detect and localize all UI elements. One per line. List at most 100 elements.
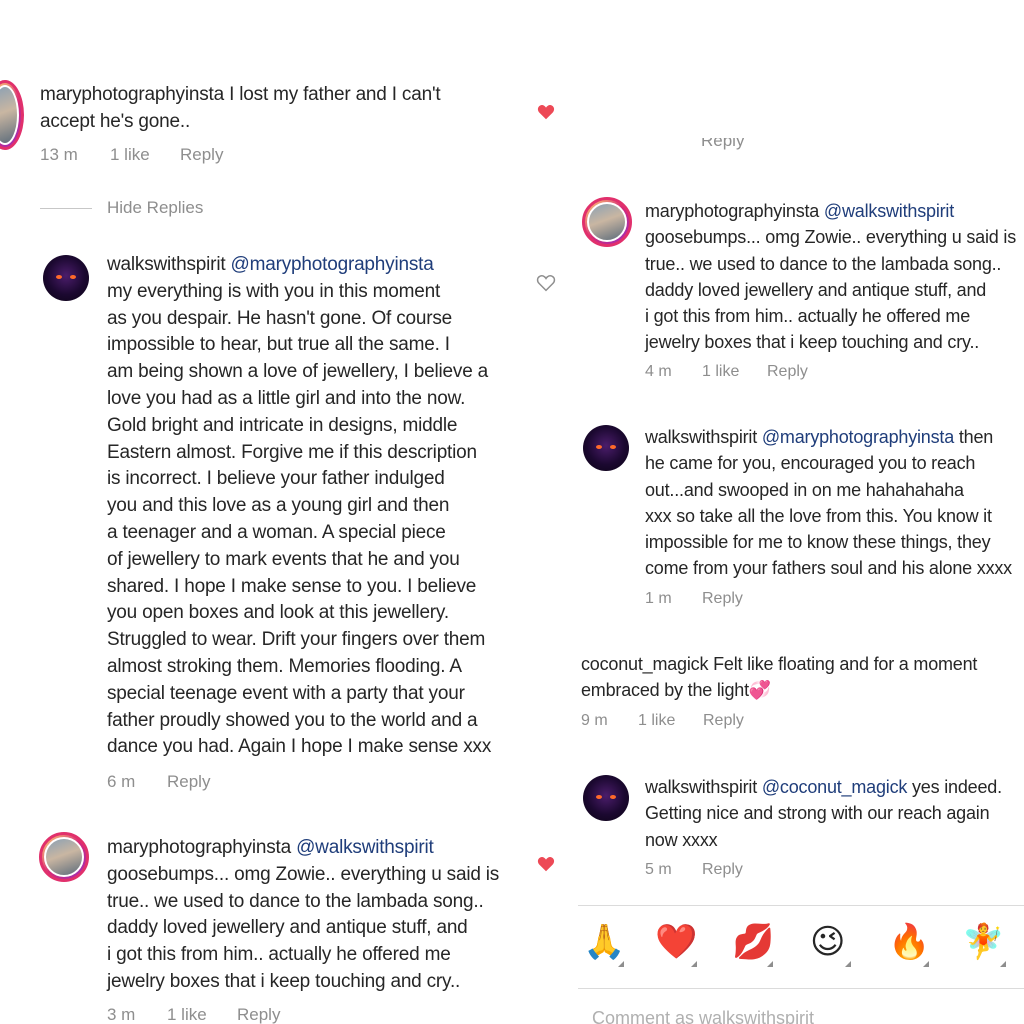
- comment-meta: 9 m 1 like Reply: [581, 712, 744, 730]
- comment-line: out...and swooped in on me hahahahaha: [645, 479, 964, 500]
- comment-line: daddy loved jewellery and antique stuff,…: [107, 917, 468, 939]
- comment-username[interactable]: walkswithspirit: [645, 427, 757, 447]
- comment-username[interactable]: maryphotographyinsta: [107, 837, 291, 858]
- comment-line: almost stroking them. Memories flooding.…: [107, 655, 462, 677]
- comment-username[interactable]: walkswithspirit: [645, 777, 757, 797]
- reaction-more-indicator: [767, 961, 773, 967]
- comment-username[interactable]: coconut_magick: [581, 654, 708, 674]
- comment-username[interactable]: maryphotographyinsta: [645, 201, 819, 221]
- reply-button[interactable]: Reply: [167, 772, 210, 792]
- reaction-more-indicator: [618, 961, 624, 967]
- reaction-more-indicator: [691, 961, 697, 967]
- avatar[interactable]: [39, 832, 89, 882]
- comment-line: of jewellery to mark events that he and …: [107, 548, 460, 570]
- reply-button[interactable]: Reply: [767, 363, 808, 381]
- comment-line: am being shown a love of jewellery, I be…: [107, 361, 489, 383]
- avatar-photo: [44, 837, 84, 877]
- comment-username[interactable]: walkswithspirit: [107, 254, 226, 275]
- comment-line: impossible to hear, but true all the sam…: [107, 334, 450, 356]
- reply-button[interactable]: Reply: [703, 712, 744, 730]
- reply-button[interactable]: Reply: [702, 590, 743, 608]
- reaction-more-indicator: [1000, 961, 1006, 967]
- like-count[interactable]: 1 like: [638, 712, 703, 730]
- comment-line: Felt like floating and for a moment: [713, 654, 978, 674]
- comment-coconut-magick: coconut_magick Felt like floating and fo…: [581, 651, 977, 704]
- fire-emoji-button[interactable]: 🔥: [888, 922, 930, 962]
- folded-hands-emoji-button[interactable]: 🙏: [583, 922, 625, 962]
- comment-line: Gold bright and intricate in designs, mi…: [107, 414, 458, 436]
- reply-walkswithspirit: walkswithspirit @maryphotographyinsta my…: [107, 252, 491, 761]
- comment-meta: 3 m 1 like Reply: [107, 1005, 280, 1024]
- avatar-eye: [70, 275, 76, 279]
- heart-filled-icon[interactable]: [537, 104, 555, 120]
- comment-line: as you despair. He hasn't gone. Of cours…: [107, 307, 453, 329]
- reply-button[interactable]: Reply: [701, 138, 744, 150]
- comment-line: accept he's gone..: [40, 110, 191, 132]
- comment-line: shared. I hope I make sense to you. I be…: [107, 575, 477, 597]
- like-count[interactable]: 1 like: [702, 363, 767, 381]
- reaction-more-indicator: [923, 961, 929, 967]
- comment-username[interactable]: maryphotographyinsta: [40, 84, 224, 105]
- comment-line: Eastern almost. Forgive me if this descr…: [107, 441, 477, 463]
- comment-line: now xxxx: [645, 829, 718, 850]
- avatar-photo: [0, 85, 19, 145]
- comment-time: 9 m: [581, 712, 608, 729]
- comment-time: 4 m: [645, 363, 672, 380]
- fairy-emoji-button[interactable]: 🧚: [962, 922, 1004, 962]
- comment-line: embraced by the light💞: [581, 680, 772, 701]
- avatar[interactable]: [583, 775, 629, 821]
- kiss-mark-emoji-button[interactable]: 💋: [732, 922, 774, 962]
- comment-input[interactable]: Comment as walkswithspirit: [592, 1008, 814, 1024]
- comment-line: you open boxes and look at this jeweller…: [107, 602, 449, 624]
- comment-line: true.. we used to dance to the lambada s…: [107, 890, 484, 912]
- comment-line: come from your fathers soul and his alon…: [645, 558, 1012, 579]
- heart-outline-icon[interactable]: [536, 274, 556, 292]
- comment-line: you and this love as a young girl and th…: [107, 495, 450, 517]
- red-heart-emoji-button[interactable]: ❤️: [655, 922, 697, 962]
- comment-line: daddy loved jewellery and antique stuff,…: [645, 279, 987, 300]
- reply-button[interactable]: Reply: [702, 861, 743, 879]
- input-divider: [578, 988, 1024, 989]
- heart-filled-icon[interactable]: [537, 856, 555, 872]
- comment-line: impossible for me to know these things, …: [645, 532, 991, 553]
- like-count[interactable]: 1 like: [110, 145, 180, 165]
- avatar[interactable]: [43, 255, 89, 301]
- comment-line: love you had as a little girl and into t…: [107, 387, 466, 409]
- reply-button[interactable]: Reply: [180, 145, 223, 165]
- cut-meta: Reply: [645, 138, 744, 152]
- mention-link[interactable]: @maryphotographyinsta: [231, 254, 434, 275]
- comment-line: xxx so take all the love from this. You …: [645, 505, 992, 526]
- comment-line: goosebumps... omg Zowie.. everything u s…: [107, 863, 500, 885]
- comment-line: father proudly showed you to the world a…: [107, 709, 478, 731]
- avatar-eye: [56, 275, 62, 279]
- winking-face-emoji-button[interactable]: 😉: [810, 922, 845, 962]
- comment-time: 3 m: [107, 1005, 136, 1024]
- comment-meta: 1 m Reply: [645, 590, 743, 608]
- reaction-more-indicator: [845, 961, 851, 967]
- hide-replies-button[interactable]: Hide Replies: [107, 198, 203, 218]
- comment-line: then: [958, 427, 994, 447]
- comment-line: dance you had. Again I hope I make sense…: [107, 736, 492, 758]
- avatar-eye: [596, 795, 602, 799]
- mention-link[interactable]: @walkswithspirit: [296, 837, 434, 858]
- comment-line: yes indeed.: [912, 777, 1002, 797]
- reply-button[interactable]: Reply: [237, 1005, 280, 1024]
- mention-link[interactable]: @maryphotographyinsta: [762, 427, 954, 447]
- comment-line: jewelry boxes that i keep touching and c…: [107, 970, 461, 992]
- avatar[interactable]: [0, 80, 24, 150]
- comment-time: 5 m: [645, 861, 672, 878]
- comment-line: special teenage event with a party that …: [107, 682, 465, 704]
- avatar-eye: [610, 445, 616, 449]
- avatar[interactable]: [583, 425, 629, 471]
- avatar-eye: [596, 445, 602, 449]
- comment-time: 1 m: [645, 590, 672, 607]
- avatar[interactable]: [582, 197, 632, 247]
- comment-line: he came for you, encouraged you to reach: [645, 453, 976, 474]
- mention-link[interactable]: @walkswithspirit: [824, 201, 954, 221]
- comment-time: 13 m: [40, 145, 78, 164]
- comment-maryphotographyinsta: maryphotographyinsta I lost my father an…: [40, 82, 441, 136]
- like-count[interactable]: 1 like: [167, 1005, 237, 1024]
- comment-line: i got this from him.. actually he offere…: [645, 306, 971, 327]
- mention-link[interactable]: @coconut_magick: [762, 777, 908, 797]
- reply-maryphotographyinsta: maryphotographyinsta @walkswithspirit go…: [107, 835, 499, 996]
